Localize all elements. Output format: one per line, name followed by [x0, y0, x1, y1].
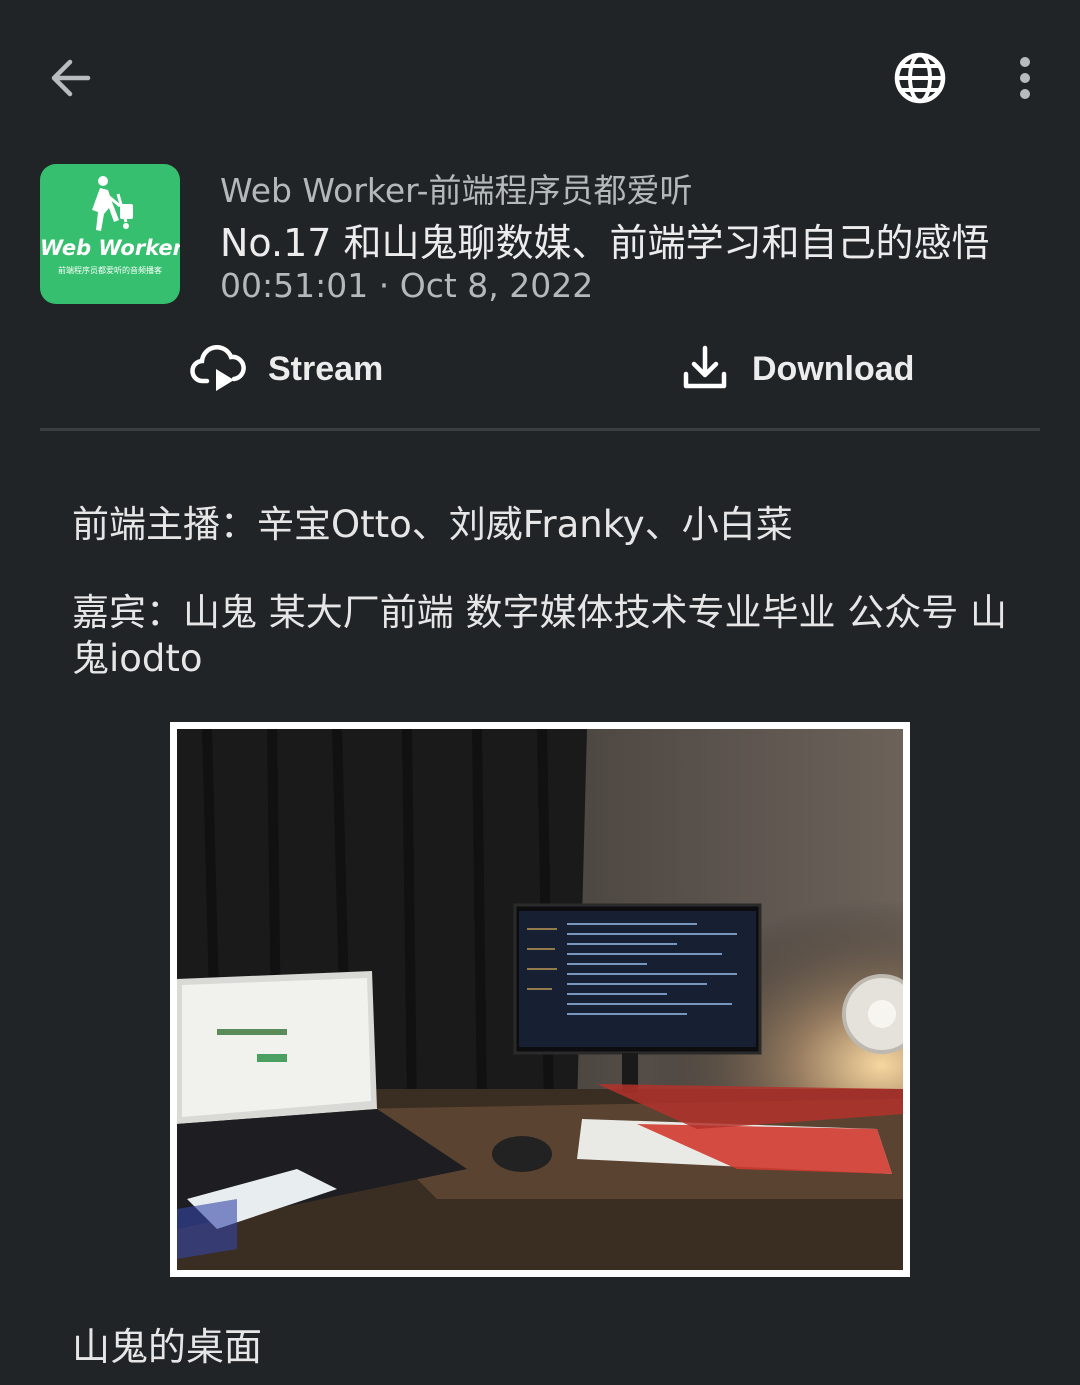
back-button[interactable]	[38, 50, 102, 110]
meta-separator: ·	[378, 266, 390, 305]
podcast-logo[interactable]: Web Worker 前端程序员都爱听的音频播客	[40, 164, 180, 304]
desk-photo[interactable]	[177, 729, 903, 1270]
more-options-button[interactable]	[1000, 50, 1050, 110]
episode-actions: Stream Download	[40, 336, 1040, 406]
open-website-button[interactable]	[888, 50, 952, 110]
section-divider	[40, 428, 1040, 431]
arrow-left-icon	[48, 56, 92, 104]
desk-photo-frame	[170, 722, 910, 1277]
globe-icon	[893, 51, 947, 109]
hosts-text: 前端主播：辛宝Otto、刘威Franky、小白菜	[72, 503, 793, 546]
logo-subtitle: 前端程序员都爱听的音频播客	[58, 266, 162, 275]
episode-date: Oct 8, 2022	[399, 266, 594, 305]
episode-duration: 00:51:01	[220, 266, 369, 305]
cloud-play-icon	[190, 339, 246, 399]
top-app-bar	[0, 0, 1080, 160]
stream-button[interactable]: Stream	[190, 336, 383, 402]
download-label: Download	[752, 349, 915, 388]
worker-cart-icon	[92, 176, 133, 231]
episode-title: No.17 和山鬼聊数媒、前端学习和自己的感悟	[220, 221, 990, 265]
photo-caption: 山鬼的桌面	[72, 1325, 263, 1369]
guest-text: 嘉宾：山鬼 某大厂前端 数字媒体技术专业毕业 公众号 山鬼iodto	[72, 591, 1008, 680]
podcast-name[interactable]: Web Worker-前端程序员都爱听	[220, 164, 693, 212]
stream-label: Stream	[268, 349, 384, 388]
logo-title: Web Worker	[40, 236, 180, 260]
episode-header: Web Worker 前端程序员都爱听的音频播客 Web Worker-前端程序…	[40, 164, 1040, 314]
more-vertical-icon	[1018, 56, 1032, 104]
download-icon	[680, 342, 730, 396]
download-button[interactable]: Download	[680, 336, 914, 402]
episode-meta: 00:51:01 · Oct 8, 2022	[220, 266, 593, 305]
